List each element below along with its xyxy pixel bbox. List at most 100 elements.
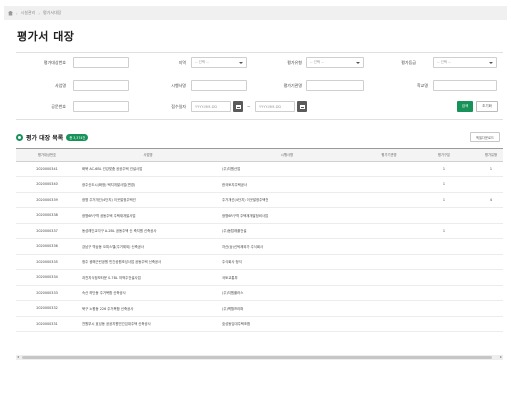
table-row[interactable]: 2020000334 과천지식정보타운 S-7BL 저액주건설사업 국토교통부 [16,269,503,286]
chevron-down-icon [239,61,243,64]
cell-operator: 효성동임대주택조합 [218,316,356,332]
operator-label: 시행사명 [171,83,186,88]
cell-agency [356,316,422,332]
cell-project: 천원부시 효성동 공공지원민간임대주택 신축공사 [78,316,218,332]
cell-project: 광명 주거개선(4단지) 이곳발정주택건 [78,192,218,208]
cell-project: 북구 노원동 226 주거복합 신축공사 [78,300,218,317]
table-row[interactable]: 2020000335 청주 광해근린공원 민간공원조성사업 공동주택 신축공사 … [16,254,503,270]
cell-operator: (주)지원산업 [218,161,356,177]
evaluation-grid[interactable]: 평가대상번호 사업명 시행사명 평가기관명 평가구분 평가유형 20200003… [16,148,503,355]
cell-eval-type: 1 [422,161,466,177]
cell-eval-grade [466,316,503,332]
region-select[interactable]: -- 선택 -- [191,57,247,68]
list-bullet-icon [16,134,23,141]
cell-project: 강남구 역삼동 오피스텔(주거제외) 신축공사 [78,238,218,255]
cell-eval-grade [466,207,503,224]
col-header-agency[interactable]: 평가기관명 [356,149,422,162]
table-row[interactable]: 2020000337 동성레인교각구 A-2BL 공동주택 신 축지원 신축공사… [16,223,503,239]
search-button[interactable]: 검색 [457,101,473,112]
table-row[interactable]: 2020000339 광명 주거개선(4단지) 이곳발정주택건 주거개선(4단지… [16,192,503,208]
cell-project: 과천지식정보타운 S-7BL 저액주건설사업 [78,269,218,286]
cell-agency [356,238,422,255]
cell-eval-no: 2020000332 [16,300,78,317]
cell-eval-no: 2020000333 [16,285,78,301]
cell-operator: 자산(상)신탁제외가 주식회사 [218,238,356,255]
cell-eval-no: 2020000337 [16,223,78,239]
cell-eval-grade [466,269,503,286]
scroll-left-icon[interactable] [17,356,19,358]
table-row[interactable]: 2020000341 화북 AC-6BL 건강맞춤 공공주택 건설사업 (주)지… [16,161,503,177]
cell-operator: 광명6R구역 주택재개발정비사업 [218,207,356,224]
home-icon[interactable] [8,10,13,16]
date-from-input[interactable]: YYYY-MM-DD [191,101,231,112]
breadcrumb-item-current: 평가서대장 [42,10,62,15]
cell-eval-grade [466,254,503,270]
date-to-input[interactable]: YYYY-MM-DD [255,101,295,112]
table-row[interactable]: 2020000333 속산 하단동 주거복합 신축공사 (주)지원플러스 [16,285,503,301]
calendar-icon[interactable] [297,101,307,112]
col-header-eval-no[interactable]: 평가대상번호 [16,149,78,162]
cell-eval-type [422,269,466,286]
received-date-label: 접수일자 [171,104,186,109]
chevron-down-icon [489,61,493,64]
breadcrumb-separator-icon: › [16,10,18,16]
eval-agency-input[interactable] [306,80,364,91]
school-input[interactable] [433,80,497,91]
cell-agency [356,161,422,177]
operator-input[interactable] [191,80,247,91]
excel-download-button[interactable]: 엑셀다운로드 [470,132,500,142]
cell-operator: (주)벽월프라퍼 [218,300,356,317]
eval-type-select[interactable]: -- 선택 -- [306,57,364,68]
col-header-eval-grade[interactable]: 평가유형 [466,149,503,162]
page-title: 평가서 대장 [17,30,75,43]
list-title: 평가 대장 목록 [26,135,64,142]
scrollbar-thumb[interactable] [22,356,492,359]
cell-agency [356,285,422,301]
cell-eval-type [422,238,466,255]
scroll-right-icon[interactable] [500,356,502,358]
project-name-input[interactable] [73,80,129,91]
calendar-icon[interactable] [233,101,243,112]
col-header-operator[interactable]: 시행사명 [218,149,356,162]
breadcrumb-item-facility[interactable]: 시설관리 [21,10,36,16]
cell-eval-no: 2020000331 [16,316,78,332]
cell-operator: 주식회사 청석 [218,254,356,270]
cell-agency [356,176,422,193]
date-range-tilde: ~ [247,104,251,109]
table-row[interactable]: 2020000331 천원부시 효성동 공공지원민간임대주택 신축공사 효성동임… [16,316,503,332]
cell-agency [356,254,422,270]
chevron-down-icon [356,61,360,64]
cell-eval-type [422,254,466,270]
table-row[interactable]: 2020000332 북구 노원동 226 주거복합 신축공사 (주)벽월프라퍼 [16,300,503,317]
evaluation-no-label: 평가대상번호 [43,60,66,65]
cell-eval-grade [466,223,503,239]
evaluation-no-input[interactable] [73,57,129,68]
cell-eval-type [422,316,466,332]
cell-eval-type: 1 [422,223,466,239]
project-name-label: 사업명 [54,83,66,88]
region-label: 지역 [178,60,186,65]
grid-header-row: 평가대상번호 사업명 시행사명 평가기관명 평가구분 평가유형 [16,149,503,162]
col-header-eval-type[interactable]: 평가구분 [422,149,466,162]
cell-project: 광명6R구역 공동주택 주택재개발사업 [78,207,218,224]
school-label: 학교명 [416,83,428,88]
doc-no-label: 공문번호 [51,104,66,109]
cell-operator: (주)지원플러스 [218,285,356,301]
table-row[interactable]: 2020000338 광명6R구역 공동주택 주택재개발사업 광명6R구역 주택… [16,207,503,224]
horizontal-scrollbar[interactable] [16,355,503,360]
eval-grade-label: 평가등급 [401,60,416,65]
cell-eval-grade [466,238,503,255]
col-header-project[interactable]: 사업명 [78,149,218,162]
eval-grade-select-value: -- 선택 -- [437,60,451,64]
list-header: 평가 대장 목록 총 3,374건 [16,133,89,142]
cell-agency [356,207,422,224]
cell-eval-grade: 1 [466,161,503,177]
reset-button[interactable]: 초기화 [476,101,498,112]
doc-no-input[interactable] [73,101,129,112]
table-row[interactable]: 2020000336 강남구 역삼동 오피스텔(주거제외) 신축공사 자산(상)… [16,238,503,255]
table-row[interactable]: 2020000340 광주신도시(화정) 택지개발사업(변경) 한국토지주택공사… [16,176,503,193]
cell-eval-no: 2020000341 [16,161,78,177]
cell-operator: 국토교통부 [218,269,356,286]
eval-grade-select[interactable]: -- 선택 -- [433,57,497,68]
breadcrumb-separator-icon: › [38,10,40,16]
